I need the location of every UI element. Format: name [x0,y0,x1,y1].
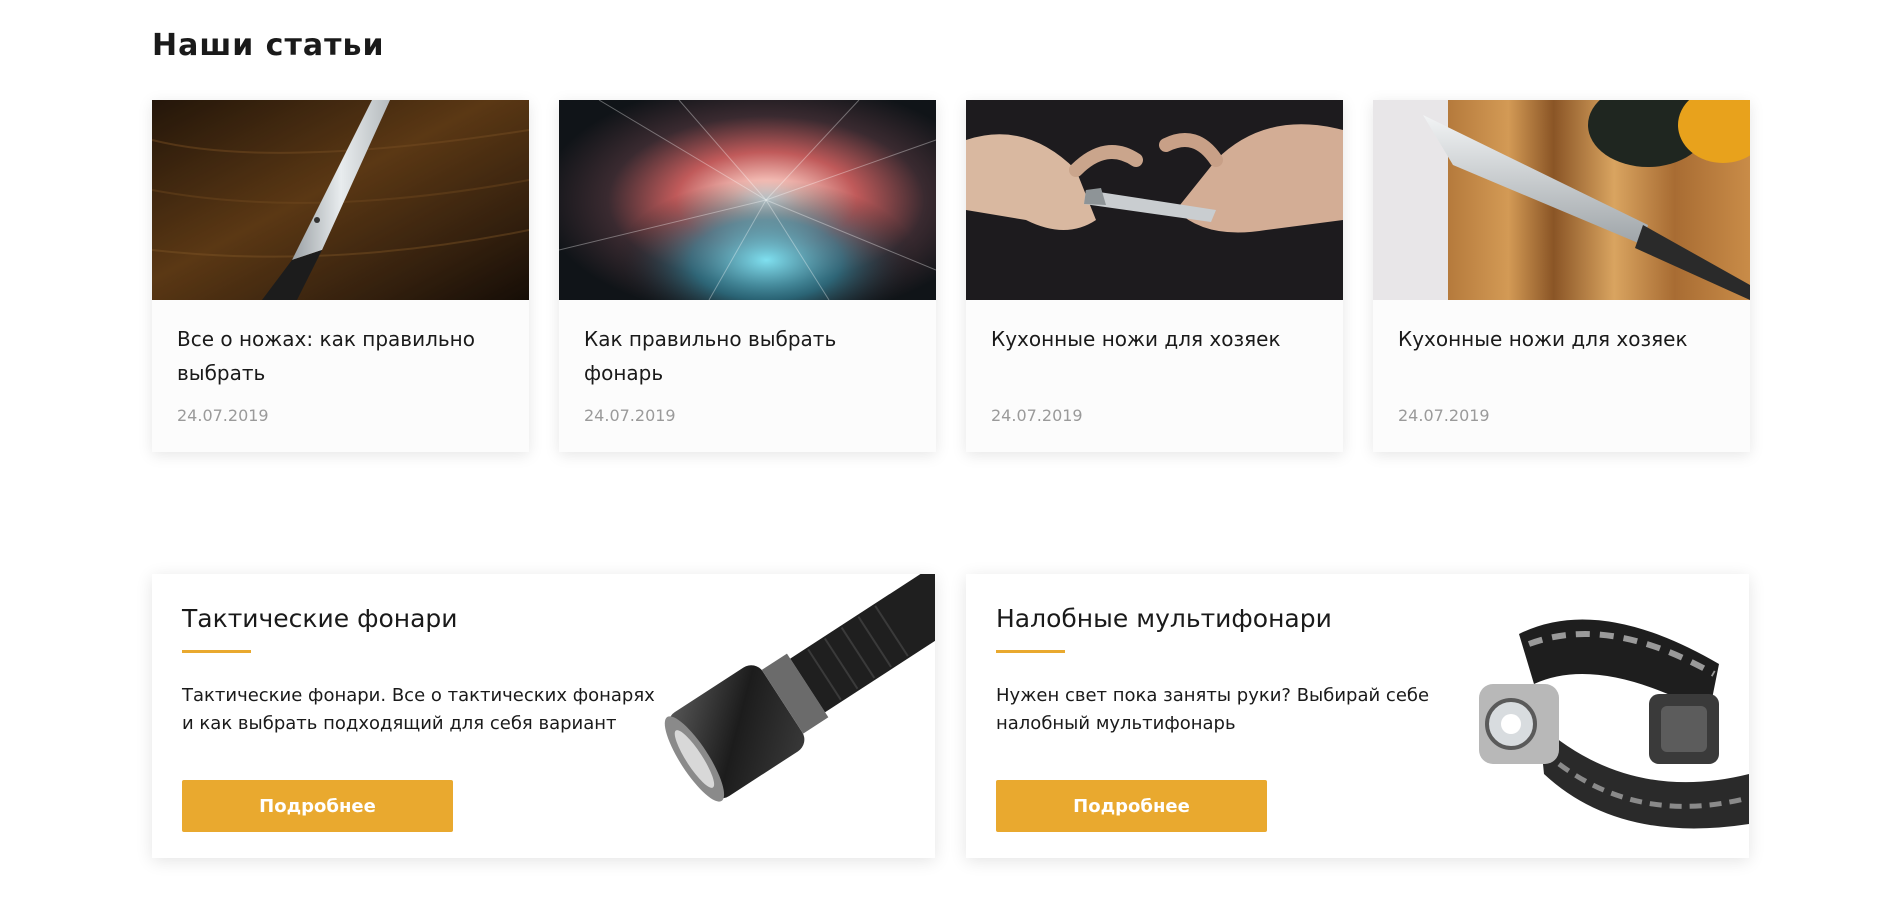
promo-title: Налобные мультифонари [996,604,1332,633]
section-title: Наши статьи [152,28,385,63]
title-underline [182,650,251,653]
article-date: 24.07.2019 [991,406,1083,425]
promo-card-headlamp: Налобные мультифонари Нужен свет пока за… [966,574,1749,858]
article-title[interactable]: Кухонные ножи для хозяек [1398,322,1728,356]
article-date: 24.07.2019 [584,406,676,425]
article-image-chef-knife[interactable] [1373,100,1750,300]
article-card[interactable]: Кухонные ножи для хозяек 24.07.2019 [966,100,1343,452]
article-image-knife[interactable] [152,100,529,300]
article-card[interactable]: Как правильно выбрать фонарь 24.07.2019 [559,100,936,452]
promo-description: Тактические фонари. Все о тактических фо… [182,685,655,734]
article-image-hands[interactable] [966,100,1343,300]
more-button[interactable]: Подробнее [182,780,453,832]
article-date: 24.07.2019 [1398,406,1490,425]
tactical-flashlight-image [635,574,935,858]
headlamp-image [1449,574,1749,858]
articles-grid: Все о ножах: как правильно выбрать 24.07… [152,100,1752,452]
title-underline [996,650,1065,653]
page: Наши статьи Все о ножах: как правильно в… [152,0,1752,914]
article-title[interactable]: Кухонные ножи для хозяек [991,322,1321,356]
promo-card-tactical: Тактические фонари Тактические фонари. В… [152,574,935,858]
more-button[interactable]: Подробнее [996,780,1267,832]
promo-cards: Тактические фонари Тактические фонари. В… [152,574,1752,858]
promo-description: Нужен свет пока заняты руки? Выбирай себ… [996,685,1430,734]
promo-title: Тактические фонари [182,604,458,633]
article-card[interactable]: Все о ножах: как правильно выбрать 24.07… [152,100,529,452]
article-card[interactable]: Кухонные ножи для хозяек 24.07.2019 [1373,100,1750,452]
article-date: 24.07.2019 [177,406,269,425]
article-title[interactable]: Все о ножах: как правильно выбрать [177,322,507,390]
article-image-light[interactable] [559,100,936,300]
article-title[interactable]: Как правильно выбрать фонарь [584,322,914,390]
